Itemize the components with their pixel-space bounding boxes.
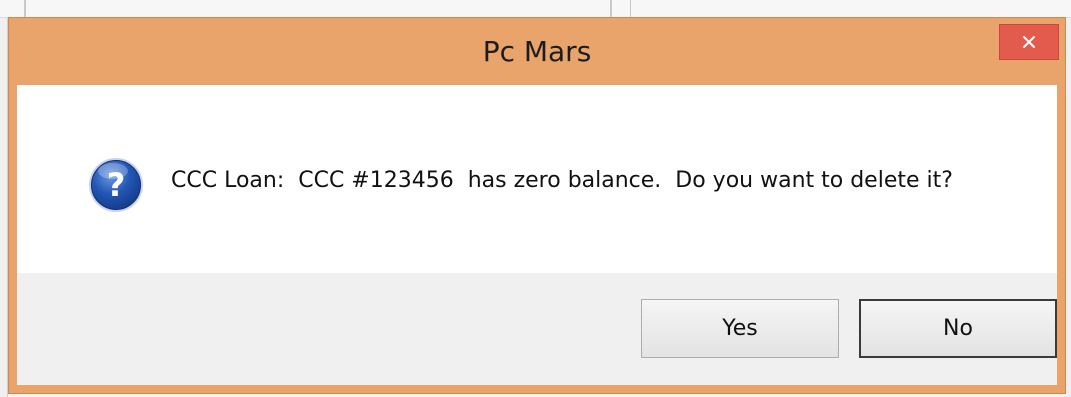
button-area: Yes No [17,273,1057,385]
dialog-title-bar[interactable]: Pc Mars [9,18,1065,85]
no-button[interactable]: No [859,299,1057,358]
yes-button[interactable]: Yes [641,299,839,358]
close-button[interactable] [999,24,1059,60]
message-area: ? CCC Loan: CCC #123456 has zero balance… [17,85,1057,273]
dialog-content: ? CCC Loan: CCC #123456 has zero balance… [17,85,1057,385]
message-dialog: Pc Mars ? CCC Loan: CCC #123456 has zero… [8,17,1066,394]
background-window-strip [0,0,1071,18]
svg-text:?: ? [107,166,126,204]
background-divider [630,0,631,18]
question-icon: ? [89,158,143,212]
background-divider [610,0,612,18]
background-divider [24,0,26,18]
dialog-message: CCC Loan: CCC #123456 has zero balance. … [171,168,953,193]
background-window-edge [0,18,8,397]
dialog-title: Pc Mars [482,35,592,68]
close-icon [1023,36,1035,48]
